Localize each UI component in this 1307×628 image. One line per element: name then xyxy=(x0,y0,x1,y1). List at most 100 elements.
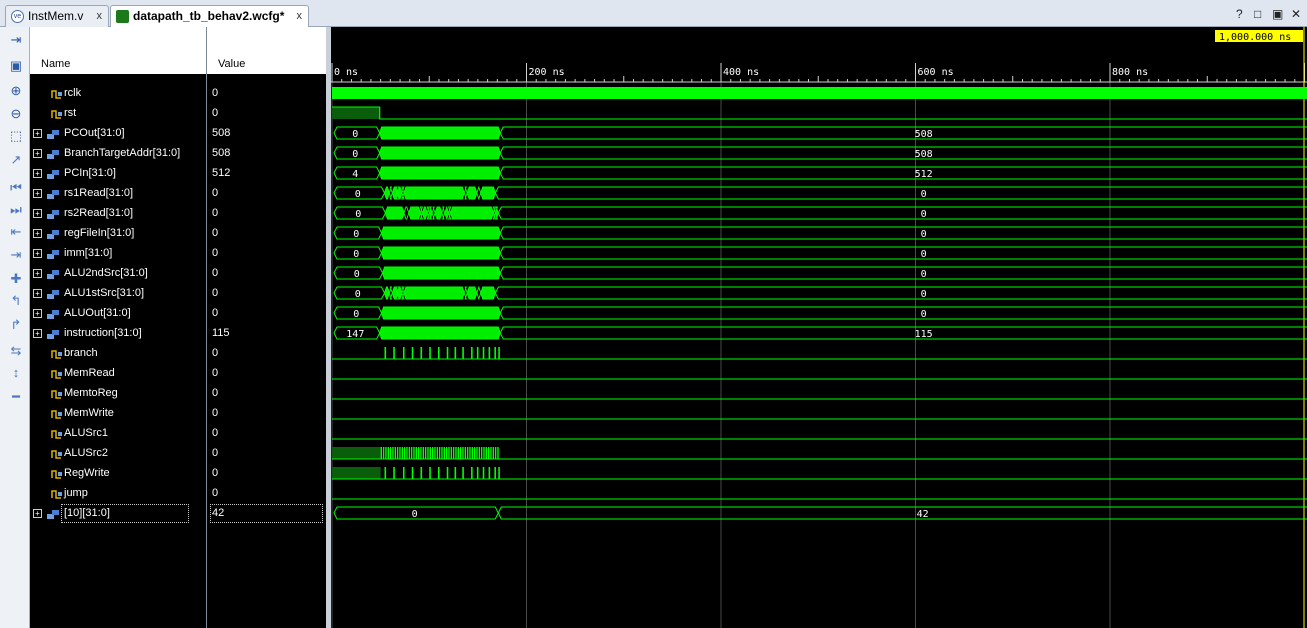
next-transition-icon[interactable]: ⇥ xyxy=(8,247,24,263)
signal-row[interactable]: MemtoReg xyxy=(30,383,206,403)
signal-row[interactable]: ALUSrc2 xyxy=(30,443,206,463)
close-icon[interactable]: x xyxy=(297,6,303,26)
previous-marker-icon[interactable]: ↰ xyxy=(8,293,24,309)
go-to-end-icon[interactable]: ⏭ xyxy=(8,202,24,218)
close-window-icon[interactable]: ✕ xyxy=(1291,7,1301,21)
swap-cursors-icon[interactable]: ⇆ xyxy=(8,343,24,359)
signal-name: ALUSrc1 xyxy=(64,427,109,439)
bus-value-label: 42 xyxy=(917,509,929,520)
toggle-pulse xyxy=(450,447,453,459)
signal-row[interactable]: + regFileIn[31:0] xyxy=(30,223,206,243)
signal-row[interactable]: + rs2Read[31:0] xyxy=(30,203,206,223)
expand-icon[interactable]: + xyxy=(33,209,42,218)
time-label: 600 ns xyxy=(918,67,954,78)
signal-row[interactable]: branch xyxy=(30,343,206,363)
bus-value-label: 0 xyxy=(921,269,927,280)
bus-value-label: 512 xyxy=(915,169,933,180)
expand-icon[interactable]: + xyxy=(33,289,42,298)
zoom-fit-icon[interactable]: ⬚ xyxy=(8,128,24,144)
bus-busy-region xyxy=(466,286,478,300)
expand-icon[interactable]: + xyxy=(33,269,42,278)
pulse xyxy=(402,347,405,359)
signal-row[interactable]: + ALU2ndSrc[31:0] xyxy=(30,263,206,283)
bus-busy-region xyxy=(408,206,421,220)
signal-row[interactable]: + imm[31:0] xyxy=(30,243,206,263)
signal-name-panel: rclk rst + PCOut[31:0] + BranchTargetAddr[31:… xyxy=(30,27,206,628)
signal-row[interactable]: MemRead xyxy=(30,363,206,383)
cursor-to-zero-icon[interactable]: ↗ xyxy=(8,152,24,168)
expand-icon[interactable]: + xyxy=(33,129,42,138)
signal-name: MemWrite xyxy=(64,407,114,419)
bus-segment xyxy=(463,186,468,200)
toggle-pulse xyxy=(487,447,490,459)
tab-waveform[interactable]: datapath_tb_behav2.wcfg* x xyxy=(110,5,309,27)
signal-row[interactable]: ALUSrc1 xyxy=(30,423,206,443)
signal-name: BranchTargetAddr[31:0] xyxy=(64,147,181,159)
snap-to-transition-icon[interactable]: ↕ xyxy=(8,365,24,381)
editor-tab-bar: ve InstMem.v x datapath_tb_behav2.wcfg* … xyxy=(0,0,1307,27)
expand-icon[interactable]: + xyxy=(33,229,42,238)
bus-busy-region xyxy=(383,186,390,200)
signal-row[interactable]: + PCOut[31:0] xyxy=(30,123,206,143)
signal-row[interactable]: rclk xyxy=(30,83,206,103)
expand-icon[interactable]: + xyxy=(33,149,42,158)
waveform-toolbar: ⇥ ▣ ⊕ ⊖ ⬚ ↗ ⏮ ⏭ ⇤ ⇥ ✚ ↰ ↱ ⇆ ↕ ━ xyxy=(0,27,30,628)
waveform-viewer[interactable]: 0 ns 200 ns 400 ns 600 ns 800 ns 1,000.000 ns… xyxy=(331,27,1307,628)
expand-icon[interactable]: + xyxy=(33,169,42,178)
pulse xyxy=(384,467,387,479)
signal-value: 508 xyxy=(212,127,231,139)
toggle-pulse xyxy=(424,447,427,459)
column-divider[interactable] xyxy=(206,27,207,628)
bus-busy-region xyxy=(466,186,478,200)
floating-ruler-icon[interactable]: ━ xyxy=(8,389,24,405)
signal-row[interactable]: + PCIn[31:0] xyxy=(30,163,206,183)
help-icon[interactable]: ? xyxy=(1236,7,1243,21)
tab-instmem[interactable]: ve InstMem.v x xyxy=(5,5,109,27)
signal-row[interactable]: + instruction[31:0] xyxy=(30,323,206,343)
signal-row[interactable]: MemWrite xyxy=(30,403,206,423)
signal-row[interactable]: + ALU1stSrc[31:0] xyxy=(30,283,206,303)
bus-busy-region xyxy=(480,186,496,200)
bus-signal-icon xyxy=(47,167,59,179)
reset-wave xyxy=(332,106,1307,120)
go-to-start-icon[interactable]: ⏮ xyxy=(8,180,24,196)
go-to-cursor-icon[interactable]: ⇥ xyxy=(8,32,24,48)
pulse xyxy=(446,467,449,479)
signal-row[interactable]: + BranchTargetAddr[31:0] xyxy=(30,143,206,163)
add-marker-icon[interactable]: ✚ xyxy=(8,271,24,287)
signal-row[interactable]: + rs1Read[31:0] xyxy=(30,183,206,203)
toggle-pulse xyxy=(392,447,394,459)
signal-value: 0 xyxy=(212,87,219,99)
zoom-in-icon[interactable]: ⊕ xyxy=(8,83,24,99)
expand-icon[interactable]: + xyxy=(33,189,42,198)
toggle-pulse xyxy=(406,447,408,459)
signal-name: ALUSrc2 xyxy=(64,447,109,459)
value-column-header[interactable]: Value xyxy=(207,27,326,74)
signal-row[interactable]: jump xyxy=(30,483,206,503)
bus-busy-region xyxy=(381,306,501,320)
expand-icon[interactable]: + xyxy=(33,309,42,318)
expand-icon[interactable]: + xyxy=(33,249,42,258)
pulse xyxy=(454,467,457,479)
save-icon[interactable]: ▣ xyxy=(8,58,24,74)
next-marker-icon[interactable]: ↱ xyxy=(8,317,24,333)
signal-value: 508 xyxy=(212,147,231,159)
pulse xyxy=(482,467,485,479)
expand-icon[interactable]: + xyxy=(33,509,42,518)
close-icon[interactable]: x xyxy=(97,6,103,26)
signal-row[interactable]: rst xyxy=(30,103,206,123)
name-column-header[interactable]: Name xyxy=(30,27,206,74)
clock-wave xyxy=(332,87,1307,99)
restore-icon[interactable]: ▣ xyxy=(1272,7,1283,21)
expand-icon[interactable]: + xyxy=(33,329,42,338)
pulse xyxy=(482,347,485,359)
signal-row[interactable]: + ALUOut[31:0] xyxy=(30,303,206,323)
previous-transition-icon[interactable]: ⇤ xyxy=(8,224,24,240)
signal-value: 0 xyxy=(212,407,219,419)
bus-segment xyxy=(494,286,1307,300)
signal-row[interactable]: RegWrite xyxy=(30,463,206,483)
minimize-icon[interactable]: □ xyxy=(1254,7,1261,21)
zoom-out-icon[interactable]: ⊖ xyxy=(8,106,24,122)
reset-high-region xyxy=(332,107,381,119)
bus-segment xyxy=(499,306,1307,320)
